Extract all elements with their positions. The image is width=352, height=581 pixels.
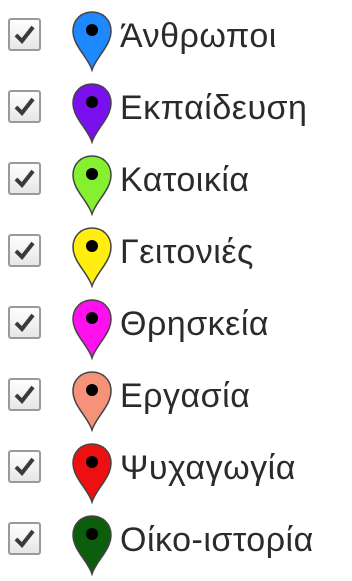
- layer-item-ekpaideusi[interactable]: Εκπαίδευση: [0, 78, 352, 144]
- layer-label: Θρησκεία: [120, 305, 270, 343]
- layer-legend: Άνθρωποι Εκπαίδευση Κατοικία Γειτονιές Θ…: [0, 0, 352, 581]
- layer-checkbox[interactable]: [8, 234, 41, 267]
- layer-label: Εργασία: [120, 377, 251, 415]
- layer-label: Άνθρωποι: [120, 17, 277, 55]
- checkmark-icon: [14, 529, 35, 549]
- layer-label: Εκπαίδευση: [120, 89, 308, 127]
- layer-checkbox[interactable]: [8, 18, 41, 51]
- layer-checkbox[interactable]: [8, 378, 41, 411]
- layer-checkbox[interactable]: [8, 90, 41, 123]
- map-pin-icon: [72, 83, 112, 144]
- layer-item-katoikia[interactable]: Κατοικία: [0, 150, 352, 216]
- checkmark-icon: [14, 169, 35, 189]
- map-pin-icon: [72, 443, 112, 504]
- layer-checkbox[interactable]: [8, 162, 41, 195]
- checkmark-icon: [14, 313, 35, 333]
- checkmark-icon: [14, 457, 35, 477]
- layer-checkbox[interactable]: [8, 450, 41, 483]
- layer-item-psychagogia[interactable]: Ψυχαγωγία: [0, 438, 352, 504]
- layer-item-ergasia[interactable]: Εργασία: [0, 366, 352, 432]
- layer-label: Ψυχαγωγία: [120, 449, 296, 487]
- layer-item-geitonies[interactable]: Γειτονιές: [0, 222, 352, 288]
- layer-label: Γειτονιές: [120, 233, 254, 271]
- map-pin-icon: [72, 155, 112, 216]
- layer-checkbox[interactable]: [8, 306, 41, 339]
- checkmark-icon: [14, 97, 35, 117]
- map-pin-icon: [72, 11, 112, 72]
- checkmark-icon: [14, 385, 35, 405]
- map-pin-icon: [72, 515, 112, 576]
- layer-checkbox[interactable]: [8, 522, 41, 555]
- layer-item-thriskeia[interactable]: Θρησκεία: [0, 294, 352, 360]
- map-pin-icon: [72, 371, 112, 432]
- checkmark-icon: [14, 25, 35, 45]
- checkmark-icon: [14, 241, 35, 261]
- layer-item-anthropoi[interactable]: Άνθρωποι: [0, 6, 352, 72]
- layer-label: Οίκο-ιστορία: [120, 521, 314, 559]
- layer-label: Κατοικία: [120, 161, 250, 199]
- map-pin-icon: [72, 227, 112, 288]
- map-pin-icon: [72, 299, 112, 360]
- layer-item-oiko-istoria[interactable]: Οίκο-ιστορία: [0, 510, 352, 576]
